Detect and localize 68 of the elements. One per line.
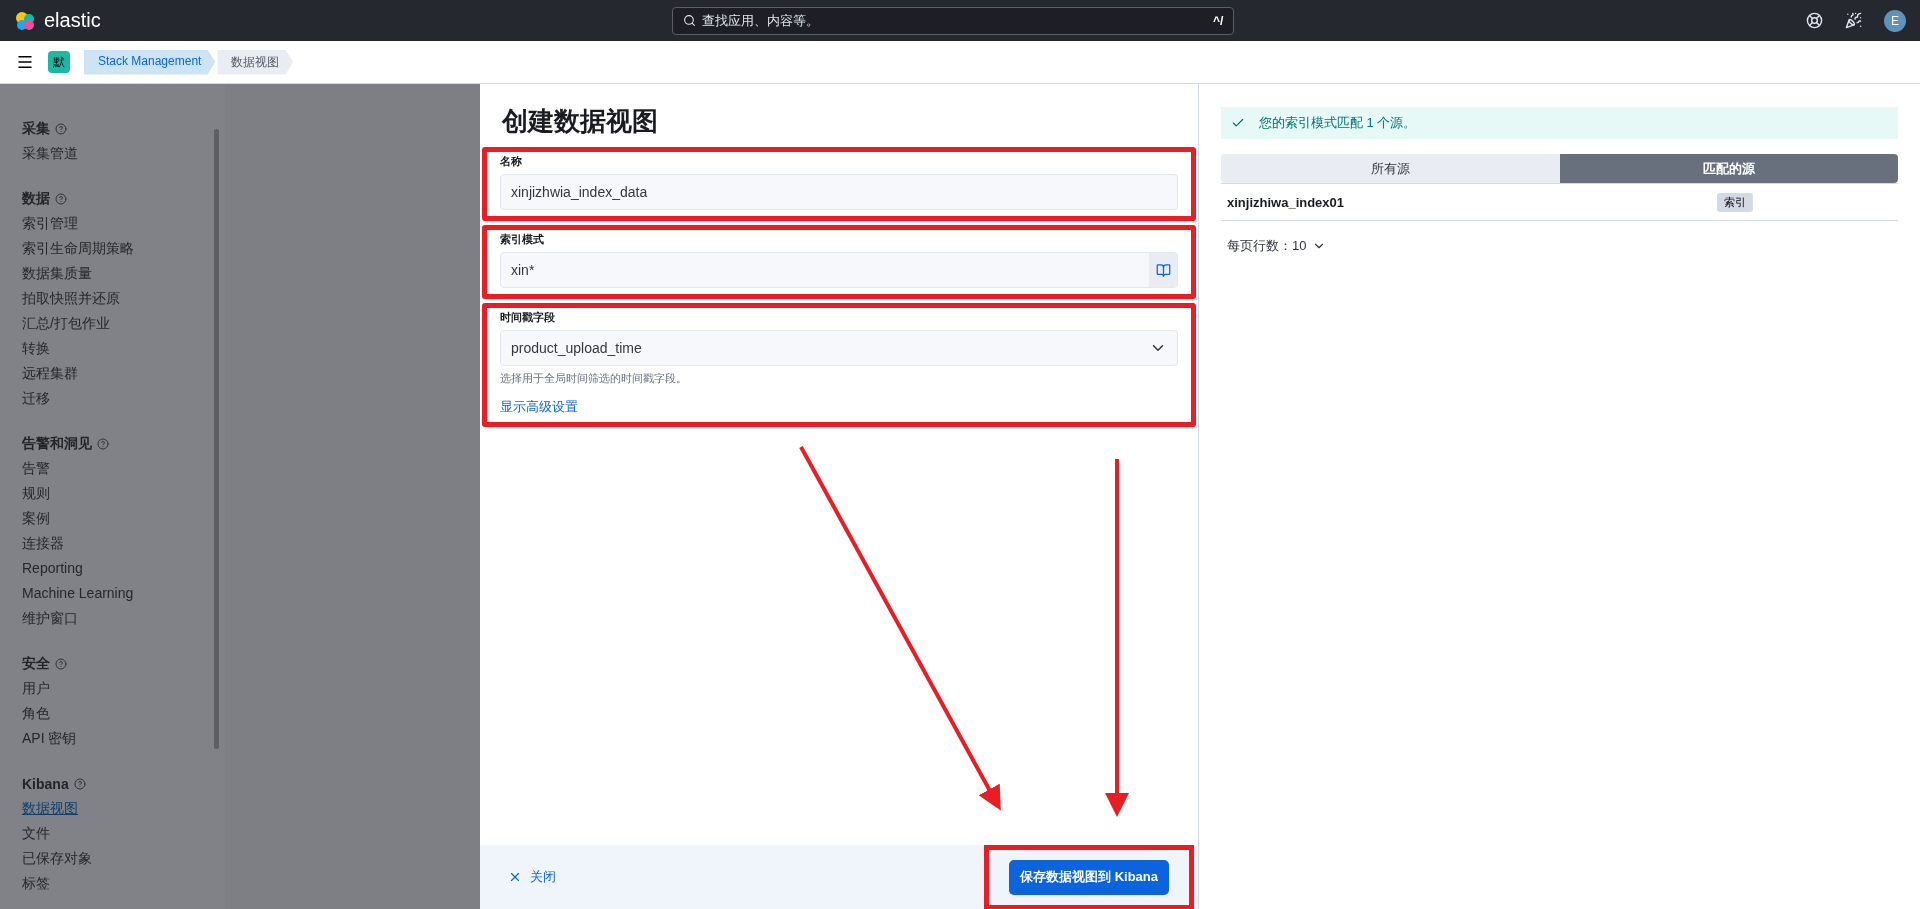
section-title: 告警和洞见 bbox=[22, 434, 92, 453]
menu-icon[interactable] bbox=[16, 53, 34, 71]
nav-link[interactable]: 索引管理 bbox=[22, 211, 225, 236]
rows-per-page-button[interactable]: 每页行数：10 bbox=[1221, 237, 1333, 255]
type-badge: 索引 bbox=[1717, 192, 1753, 212]
field-label: 时间戳字段 bbox=[500, 310, 556, 325]
nav-link[interactable]: 数据集质量 bbox=[22, 261, 225, 286]
advanced-settings-link[interactable]: 显示高级设置 bbox=[500, 398, 578, 416]
section-title: 安全 bbox=[22, 654, 50, 673]
section-title: 采集 bbox=[22, 119, 50, 138]
nav-link[interactable]: 规则 bbox=[22, 481, 225, 506]
help-icon bbox=[73, 777, 86, 790]
nav-link[interactable]: 数据视图 bbox=[22, 796, 225, 821]
nav-link[interactable]: 案例 bbox=[22, 506, 225, 531]
elastic-logo-icon bbox=[14, 9, 36, 32]
nav-link[interactable]: Reporting bbox=[22, 556, 225, 581]
nav-link[interactable]: 告警 bbox=[22, 456, 225, 481]
nav-link[interactable]: 索引生命周期策略 bbox=[22, 236, 225, 261]
shortcut-hint: ^/ bbox=[1213, 13, 1224, 28]
help-icon bbox=[55, 192, 67, 205]
nav-link[interactable]: API 密钥 bbox=[22, 726, 225, 751]
search-field[interactable]: 查找应用、内容等。 ^/ bbox=[672, 6, 1235, 35]
nav-link[interactable]: 已保存对象 bbox=[22, 846, 225, 871]
scrollbar[interactable] bbox=[214, 129, 219, 749]
docs-button[interactable] bbox=[1149, 253, 1177, 287]
nav-link[interactable]: 连接器 bbox=[22, 531, 225, 556]
help-icon bbox=[97, 437, 109, 450]
field-label: 索引模式 bbox=[500, 232, 545, 247]
close-icon bbox=[508, 870, 522, 884]
nav-link[interactable]: 角色 bbox=[22, 701, 225, 726]
success-callout: 您的索引模式匹配 1 个源。 bbox=[1221, 107, 1898, 139]
help-icon[interactable] bbox=[1806, 12, 1823, 29]
breadcrumb[interactable]: 数据视图 bbox=[217, 49, 294, 75]
flyout-title: 创建数据视图 bbox=[502, 105, 659, 138]
logo-text: elastic bbox=[44, 9, 101, 32]
field-label: 名称 bbox=[500, 154, 523, 169]
nav-link[interactable]: Machine Learning bbox=[22, 581, 225, 606]
nav-link[interactable]: 维护窗口 bbox=[22, 606, 225, 631]
nav-link[interactable]: 拍取快照并还原 bbox=[22, 286, 225, 311]
help-icon bbox=[55, 657, 67, 670]
source-name: xinjizhiwa_index01 bbox=[1227, 194, 1346, 210]
help-icon bbox=[55, 122, 67, 135]
name-input[interactable]: xinjizhwia_index_data bbox=[500, 174, 1178, 210]
search-placeholder: 查找应用、内容等。 bbox=[702, 11, 820, 30]
section-title: Kibana bbox=[22, 775, 69, 792]
nav-link[interactable]: 采集管道 bbox=[22, 141, 225, 166]
source-tab[interactable]: 匹配的源 bbox=[1559, 154, 1898, 183]
nav-link[interactable]: 转换 bbox=[22, 336, 225, 361]
party-icon[interactable] bbox=[1845, 12, 1862, 29]
nav-link[interactable]: 标签 bbox=[22, 871, 225, 896]
book-icon bbox=[1155, 262, 1171, 278]
search-icon bbox=[683, 14, 697, 27]
nav-link[interactable]: 用户 bbox=[22, 676, 225, 701]
space-badge[interactable]: 默 bbox=[48, 51, 70, 73]
source-tab[interactable]: 所有源 bbox=[1221, 154, 1560, 183]
help-text: 选择用于全局时间筛选的时间戳字段。 bbox=[500, 371, 688, 386]
user-avatar[interactable]: E bbox=[1884, 9, 1906, 32]
close-button[interactable]: 关闭 bbox=[502, 867, 562, 887]
nav-link[interactable]: 汇总/打包作业 bbox=[22, 311, 225, 336]
nav-link[interactable]: 文件 bbox=[22, 821, 225, 846]
nav-link[interactable]: 迁移 bbox=[22, 386, 225, 411]
breadcrumb[interactable]: Stack Management bbox=[84, 49, 216, 75]
timestamp-select[interactable]: product_upload_time bbox=[500, 330, 1178, 366]
save-button[interactable]: 保存数据视图到 Kibana bbox=[1009, 859, 1169, 895]
nav-link[interactable]: 远程集群 bbox=[22, 361, 225, 386]
check-icon bbox=[1231, 116, 1245, 130]
section-title: 数据 bbox=[22, 189, 50, 208]
index-pattern-input[interactable]: xin* bbox=[500, 252, 1178, 288]
